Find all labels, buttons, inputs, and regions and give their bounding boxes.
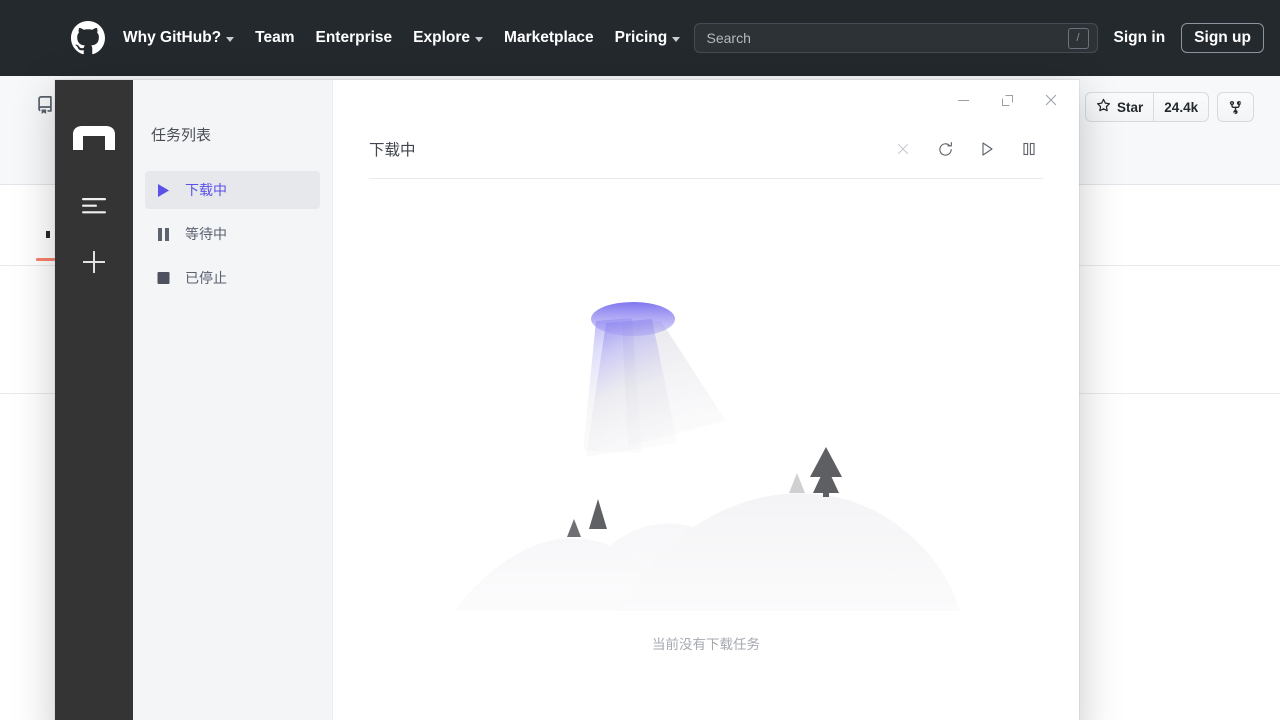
task-list-icon[interactable] [74, 186, 114, 226]
ufo-illustration [446, 261, 966, 611]
pause-all-button[interactable] [1015, 135, 1043, 163]
nav-item-pricing[interactable]: Pricing [615, 29, 681, 47]
chevron-down-icon [226, 37, 234, 42]
maximize-button[interactable] [985, 85, 1029, 115]
play-icon [155, 182, 171, 198]
motrix-logo-icon [71, 124, 117, 152]
close-button[interactable] [1029, 85, 1073, 115]
nav-label: Why GitHub? [123, 29, 221, 47]
nav-label: Enterprise [316, 29, 393, 47]
task-filter-label: 等待中 [185, 224, 227, 244]
star-count: 24.4k [1153, 93, 1208, 121]
nav-item-enterprise[interactable]: Enterprise [316, 29, 393, 47]
stop-icon [155, 270, 171, 286]
repo-forked-icon [1218, 93, 1253, 121]
github-header-right: Search / Sign in Sign up [694, 23, 1265, 53]
task-filter-label: 已停止 [185, 268, 227, 288]
nav-label: Marketplace [504, 29, 594, 47]
github-mark-icon[interactable] [71, 21, 105, 55]
repo-breadcrumb-fragment [46, 231, 50, 238]
nav-label: Pricing [615, 29, 668, 47]
nav-item-marketplace[interactable]: Marketplace [504, 29, 594, 47]
refresh-button[interactable] [931, 135, 959, 163]
panel-title: 下载中 [369, 138, 416, 160]
nav-item-why-github[interactable]: Why GitHub? [123, 29, 234, 47]
minimize-button[interactable] [941, 85, 985, 115]
resume-all-button[interactable] [973, 135, 1001, 163]
nav-item-team[interactable]: Team [255, 29, 294, 47]
motrix-task-list-panel: 任务列表 下载中 等待中 [133, 80, 333, 720]
plus-icon[interactable] [74, 242, 114, 282]
nav-item-explore[interactable]: Explore [413, 29, 483, 47]
repo-icon [36, 96, 54, 114]
github-primary-nav: Why GitHub? Team Enterprise Explore Mark… [123, 29, 680, 47]
sign-in-link[interactable]: Sign in [1114, 29, 1166, 47]
motrix-main-panel: 下载中 [333, 80, 1079, 720]
task-filter-downloading[interactable]: 下载中 [145, 171, 320, 209]
github-global-header: Why GitHub? Team Enterprise Explore Mark… [0, 0, 1280, 76]
active-tab-indicator [36, 258, 55, 261]
task-list-title: 任务列表 [151, 124, 320, 145]
search-placeholder: Search [707, 30, 751, 46]
star-label: Star [1117, 100, 1143, 115]
chevron-down-icon [475, 37, 483, 42]
screen: Why GitHub? Team Enterprise Explore Mark… [0, 0, 1280, 720]
task-filter-waiting[interactable]: 等待中 [145, 215, 320, 253]
window-titlebar [333, 80, 1079, 120]
motrix-window: 任务列表 下载中 等待中 [55, 80, 1079, 720]
chevron-down-icon [672, 37, 680, 42]
search-input[interactable]: Search / [694, 23, 1098, 53]
nav-label: Team [255, 29, 294, 47]
task-filter-label: 下载中 [185, 180, 227, 200]
delete-task-button[interactable] [889, 135, 917, 163]
empty-state: 当前没有下载任务 [333, 179, 1079, 720]
search-shortcut-badge: / [1068, 28, 1089, 49]
star-button-label-wrap: Star [1086, 93, 1153, 121]
sign-up-button[interactable]: Sign up [1181, 23, 1264, 53]
motrix-sidebar-rail [55, 80, 133, 720]
star-button[interactable]: Star 24.4k [1085, 92, 1209, 122]
fork-button[interactable] [1217, 92, 1254, 122]
nav-label: Explore [413, 29, 470, 47]
pause-icon [155, 226, 171, 242]
task-filter-stopped[interactable]: 已停止 [145, 259, 320, 297]
empty-state-text: 当前没有下载任务 [652, 633, 760, 653]
panel-toolbar-actions [889, 135, 1043, 163]
panel-toolbar: 下载中 [369, 120, 1043, 179]
star-icon [1096, 98, 1111, 116]
